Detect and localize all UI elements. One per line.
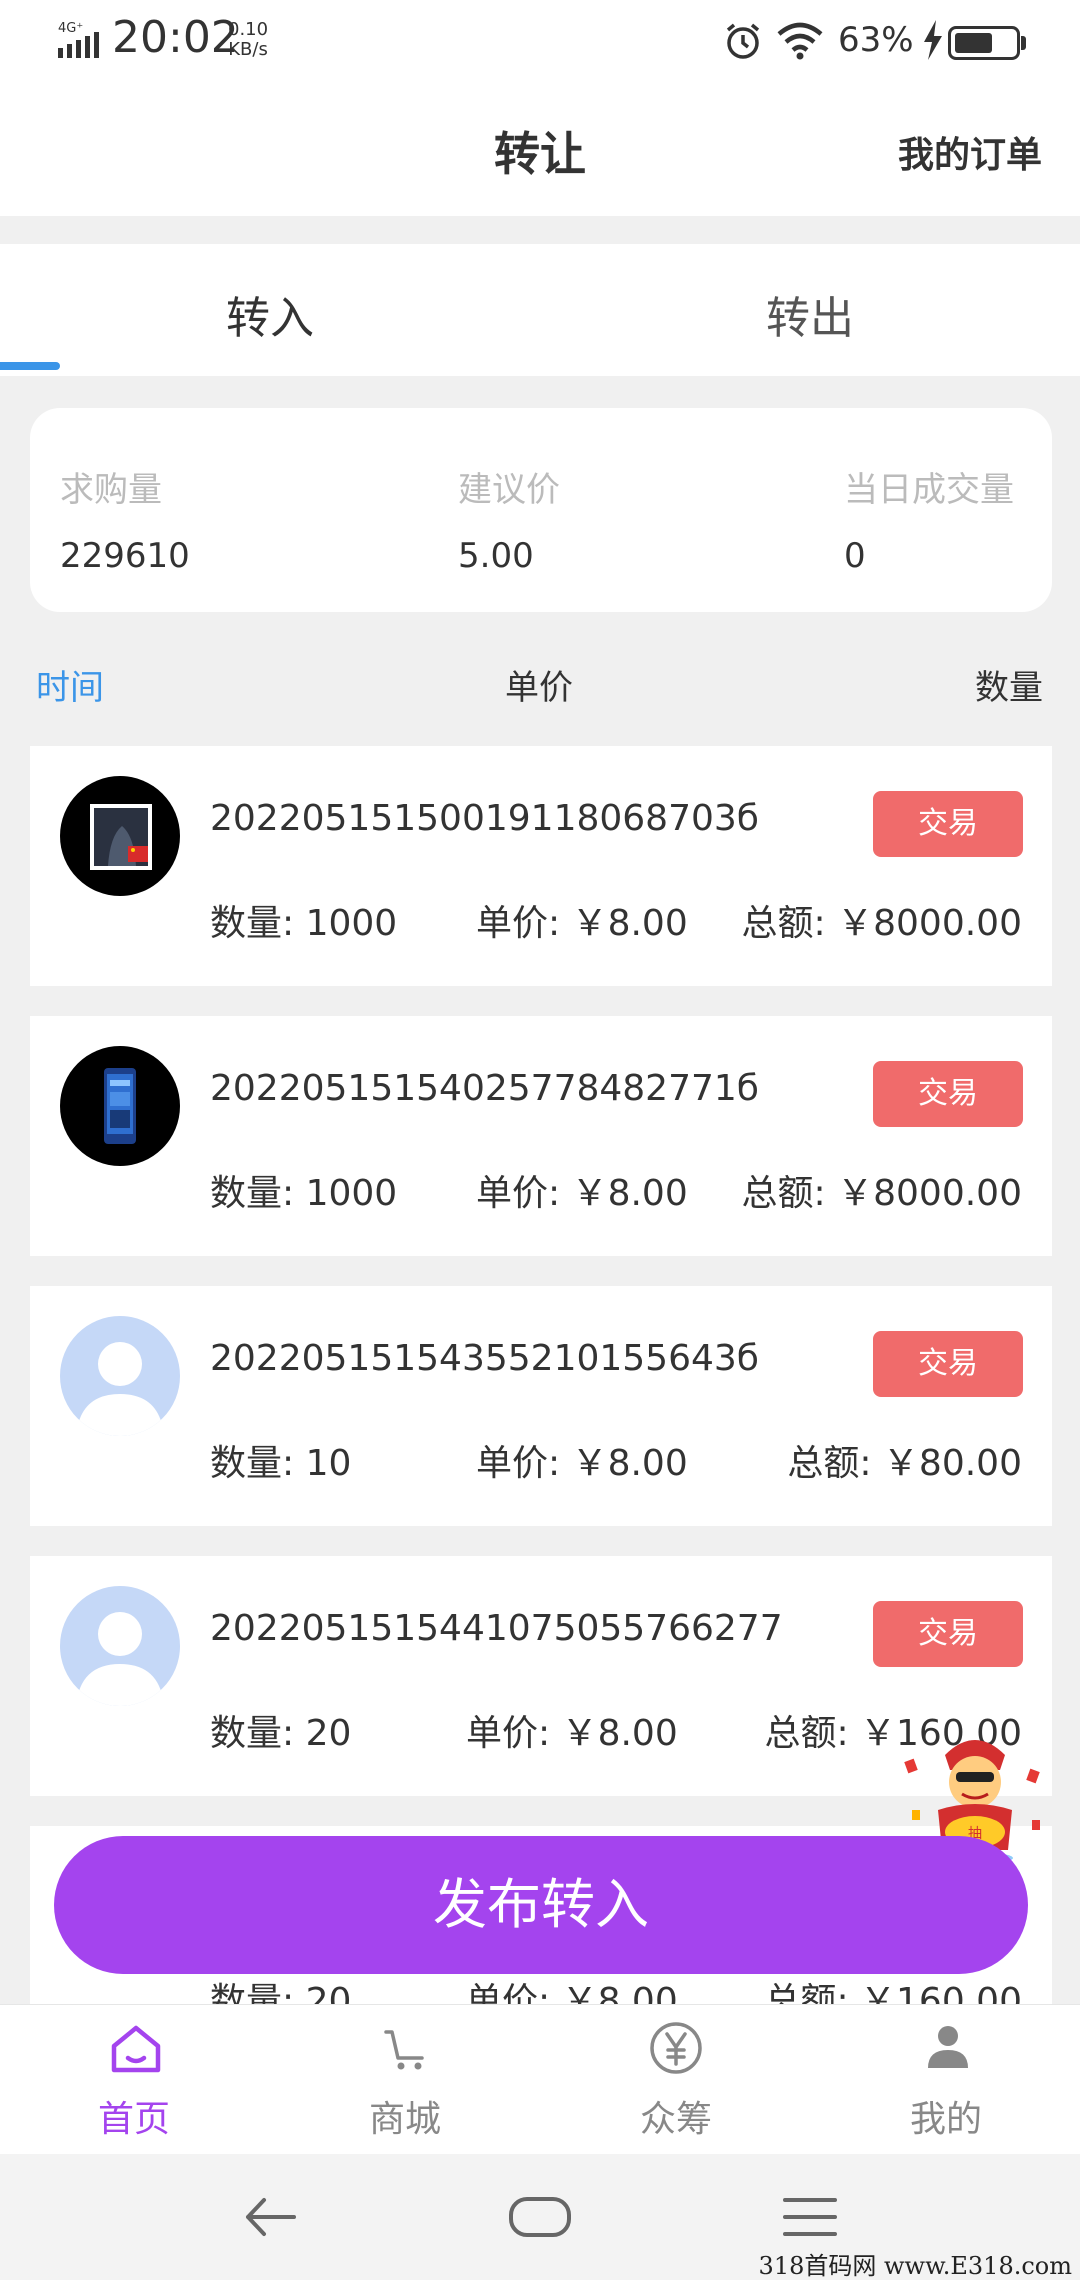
order-quantity: 数量: 20 [210, 1713, 352, 1754]
suggested-price-label: 建议价 [458, 470, 560, 510]
tab-transfer-in[interactable]: 转入 [0, 282, 540, 346]
order-number: 20220515150019118068703б [210, 798, 759, 839]
user-icon[interactable] [920, 2020, 976, 2076]
publish-transfer-in-button[interactable]: 发布转入 [54, 1836, 1028, 1974]
order-price: 单价: ￥8.00 [476, 1443, 688, 1484]
avatar [60, 1586, 180, 1706]
default-avatar-icon [76, 1342, 164, 1436]
nav-mall-label[interactable]: 商城 [305, 2090, 505, 2142]
order-number: 20220515154355210155643б [210, 1338, 759, 1379]
wifi-icon [777, 22, 823, 60]
battery-icon [948, 26, 1020, 60]
sort-by-price[interactable]: 单价 [505, 660, 573, 709]
avatar-phone-photo-icon [104, 1068, 136, 1144]
order-total: 总额: ￥80.00 [787, 1443, 1022, 1484]
back-icon[interactable] [240, 2192, 300, 2242]
demand-value: 229610 [60, 536, 190, 576]
order-card [30, 1016, 1052, 1256]
nav-mine-label[interactable]: 我的 [846, 2090, 1046, 2142]
sort-by-time[interactable]: 时间 [36, 660, 104, 709]
nav-crowdfund-label[interactable]: 众筹 [576, 2090, 776, 2142]
watermark: 318首码网 www.E318.com [758, 2252, 1072, 2280]
network-speed: 0.10 KB/s [228, 19, 269, 60]
order-price: 单价: ￥8.00 [466, 1713, 678, 1754]
order-quantity: 数量: 1000 [210, 903, 398, 944]
charging-icon [924, 20, 942, 60]
order-price: 单价: ￥8.00 [476, 1173, 688, 1214]
sort-by-quantity[interactable]: 数量 [975, 660, 1043, 709]
my-orders-link[interactable]: 我的订单 [898, 126, 1042, 178]
trade-button[interactable]: 交易 [873, 1601, 1023, 1667]
default-avatar-icon [76, 1612, 164, 1706]
order-price: 单价: ￥8.00 [476, 903, 688, 944]
order-total: 总额: ￥8000.00 [741, 1173, 1022, 1214]
suggested-price-value: 5.00 [458, 536, 534, 576]
avatar-photo-icon [90, 804, 152, 870]
yen-circle-icon[interactable] [648, 2020, 704, 2076]
trade-button[interactable]: 交易 [873, 791, 1023, 857]
order-quantity: 数量: 10 [210, 1443, 352, 1484]
order-number: 20220515154025778482771б [210, 1068, 759, 1109]
alarm-icon [726, 23, 760, 59]
status-time: 20:02 [112, 12, 239, 63]
trade-button[interactable]: 交易 [873, 1061, 1023, 1127]
home-button-icon[interactable] [508, 2194, 572, 2240]
nav-home-label[interactable]: 首页 [34, 2090, 234, 2142]
avatar [60, 776, 180, 896]
tab-transfer-out[interactable]: 转出 [540, 282, 1080, 346]
order-card [30, 1286, 1052, 1526]
battery-level [955, 33, 992, 53]
active-tab-indicator [0, 362, 60, 370]
order-quantity: 数量: 1000 [210, 1173, 398, 1214]
avatar [60, 1046, 180, 1166]
order-card [30, 746, 1052, 986]
trade-button[interactable]: 交易 [873, 1331, 1023, 1397]
daily-volume-value: 0 [844, 536, 866, 576]
demand-label: 求购量 [60, 470, 162, 510]
daily-volume-label: 当日成交量 [844, 470, 1014, 510]
cart-icon[interactable] [378, 2020, 434, 2076]
order-number: 2022051515441075055766277 [210, 1608, 783, 1649]
avatar [60, 1316, 180, 1436]
signal-icon: 4G⁺ [58, 21, 99, 58]
svg-text:4G⁺: 4G⁺ [58, 21, 83, 36]
order-card [30, 1556, 1052, 1796]
battery-percentage: 63% [838, 20, 914, 60]
home-icon[interactable] [108, 2020, 164, 2076]
battery-cap [1021, 36, 1026, 50]
menu-icon[interactable] [782, 2194, 838, 2240]
order-total: 总额: ￥8000.00 [741, 903, 1022, 944]
